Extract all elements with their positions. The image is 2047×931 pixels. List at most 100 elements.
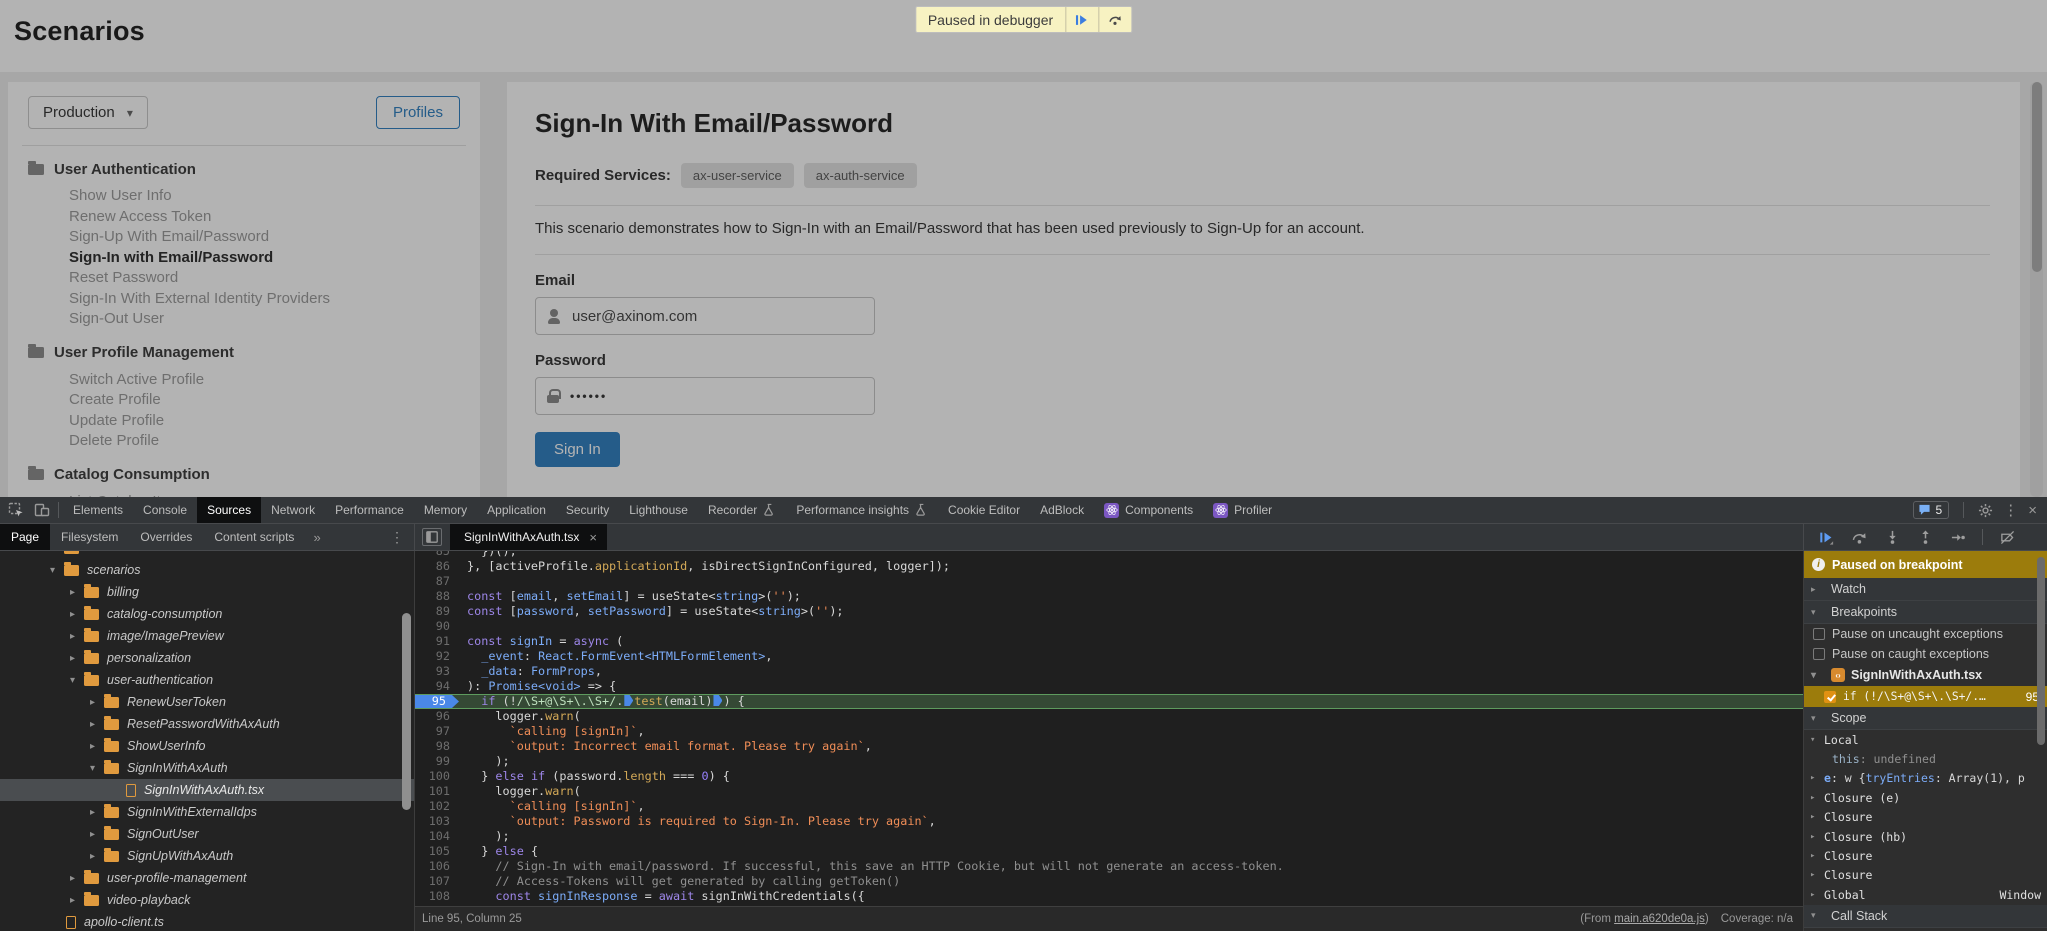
breakpoints-section-header[interactable]: ▾ Breakpoints <box>1804 601 2047 624</box>
code-line[interactable]: 96 logger.warn( <box>415 709 1803 724</box>
resume-script-icon[interactable] <box>1066 7 1098 32</box>
tree-item-user-profile-management[interactable]: ▸user-profile-management <box>0 867 414 889</box>
editor-tab-signinwithaxauth[interactable]: SignInWithAxAuth.tsx × <box>450 524 607 550</box>
line-number[interactable]: 85 <box>415 551 459 559</box>
code-line[interactable]: 86}, [activeProfile.applicationId, isDir… <box>415 559 1803 574</box>
sidebar-item-switch-active-profile[interactable]: Switch Active Profile <box>28 370 460 391</box>
close-tab-icon[interactable]: × <box>589 530 597 545</box>
devtools-tab-adblock[interactable]: AdBlock <box>1030 497 1094 523</box>
watch-section-header[interactable]: ▸ Watch <box>1804 578 2047 601</box>
checkbox-unchecked[interactable] <box>1813 628 1825 640</box>
tree-item-scenarios[interactable]: ▾scenarios <box>0 559 414 581</box>
inline-breakpoint-icon[interactable] <box>624 695 633 706</box>
devtools-tab-components[interactable]: Components <box>1094 497 1203 523</box>
line-number[interactable]: 105 <box>415 844 459 859</box>
panel-scrollbar[interactable] <box>2037 557 2045 745</box>
breakpoint-marker[interactable]: 95 <box>415 695 459 708</box>
sidebar-item-show-user-info[interactable]: Show User Info <box>28 186 460 207</box>
code-line[interactable]: 101 logger.warn( <box>415 784 1803 799</box>
tree-item-partial[interactable] <box>0 551 414 559</box>
checkbox-unchecked[interactable] <box>1813 648 1825 660</box>
navigator-tab-filesystem[interactable]: Filesystem <box>50 524 129 550</box>
code-line[interactable]: 103 `output: Password is required to Sig… <box>415 814 1803 829</box>
line-number[interactable]: 87 <box>415 574 459 589</box>
scope-row-closure[interactable]: ▸Closure <box>1804 808 2047 827</box>
devtools-tab-profiler[interactable]: Profiler <box>1203 497 1282 523</box>
tree-item-signinwithexternalidps[interactable]: ▸SignInWithExternalIdps <box>0 801 414 823</box>
line-number[interactable]: 103 <box>415 814 459 829</box>
issues-counter[interactable]: 5 <box>1913 501 1950 519</box>
resume-icon[interactable] <box>1813 526 1839 548</box>
tree-item-personalization[interactable]: ▸personalization <box>0 647 414 669</box>
line-number[interactable]: 89 <box>415 604 459 619</box>
password-input[interactable] <box>570 389 864 403</box>
hide-navigator-icon[interactable] <box>422 528 442 546</box>
scope-row-local[interactable]: ▾Local <box>1804 730 2047 749</box>
tree-item-showuserinfo[interactable]: ▸ShowUserInfo <box>0 735 414 757</box>
sidebar-item-sign-up-with-email-password[interactable]: Sign-Up With Email/Password <box>28 227 460 248</box>
device-toolbar-icon[interactable] <box>34 502 50 518</box>
devtools-tab-sources[interactable]: Sources <box>197 497 261 523</box>
exception-checkbox-row[interactable]: Pause on uncaught exceptions <box>1804 624 2047 644</box>
sidebar-item-sign-in-with-external-identity-providers[interactable]: Sign-In With External Identity Providers <box>28 289 460 310</box>
settings-gear-icon[interactable] <box>1978 503 1993 518</box>
exception-checkbox-row[interactable]: Pause on caught exceptions <box>1804 644 2047 664</box>
scope-row-pair[interactable]: this: undefined <box>1804 749 2047 768</box>
code-line[interactable]: 94): Promise<void> => { <box>415 679 1803 694</box>
tree-item-signupwithaxauth[interactable]: ▸SignUpWithAxAuth <box>0 845 414 867</box>
tree-item-image-imagepreview[interactable]: ▸image/ImagePreview <box>0 625 414 647</box>
breakpoint-file-group[interactable]: ▾ ‹› SignInWithAxAuth.tsx <box>1804 664 2047 686</box>
devtools-tab-performance[interactable]: Performance <box>325 497 414 523</box>
devtools-tab-cookie-editor[interactable]: Cookie Editor <box>938 497 1030 523</box>
line-number[interactable]: 104 <box>415 829 459 844</box>
environment-dropdown[interactable]: Production ▾ <box>28 96 148 129</box>
line-number[interactable]: 100 <box>415 769 459 784</box>
devtools-tab-recorder[interactable]: Recorder <box>698 497 786 523</box>
code-line[interactable]: 98 `output: Incorrect email format. Plea… <box>415 739 1803 754</box>
scope-row-closure[interactable]: ▸Closure <box>1804 866 2047 885</box>
line-number[interactable]: 102 <box>415 799 459 814</box>
line-number[interactable]: 96 <box>415 709 459 724</box>
scope-section-header[interactable]: ▾ Scope <box>1804 707 2047 730</box>
scope-row-closure-hb-[interactable]: ▸Closure (hb) <box>1804 827 2047 846</box>
step-out-icon[interactable] <box>1912 526 1938 548</box>
code-line[interactable]: 88const [email, setEmail] = useState<str… <box>415 589 1803 604</box>
step-icon[interactable] <box>1945 526 1971 548</box>
more-tabs-icon[interactable]: » <box>305 524 328 550</box>
devtools-tab-application[interactable]: Application <box>477 497 556 523</box>
code-line[interactable]: 109 email, <box>415 904 1803 906</box>
scope-row-pair[interactable]: ▸e: w {tryEntries: Array(1), p <box>1804 769 2047 788</box>
tree-item-catalog-consumption[interactable]: ▸catalog-consumption <box>0 603 414 625</box>
sidebar-item-sign-in-with-email-password[interactable]: Sign-In with Email/Password <box>28 248 460 269</box>
tree-item-signoutuser[interactable]: ▸SignOutUser <box>0 823 414 845</box>
tree-item-apollo-client-ts[interactable]: apollo-client.ts <box>0 911 414 931</box>
navigator-tab-page[interactable]: Page <box>0 524 50 550</box>
navigator-tab-content-scripts[interactable]: Content scripts <box>203 524 305 550</box>
line-number[interactable]: 90 <box>415 619 459 634</box>
code-line[interactable]: 99 ); <box>415 754 1803 769</box>
devtools-tab-memory[interactable]: Memory <box>414 497 477 523</box>
navigator-tab-overrides[interactable]: Overrides <box>129 524 203 550</box>
line-number[interactable]: 88 <box>415 589 459 604</box>
code-line[interactable]: 102 `calling [signIn]`, <box>415 799 1803 814</box>
call-stack-section-header[interactable]: ▾ Call Stack <box>1804 905 2047 928</box>
code-line[interactable]: 87 <box>415 574 1803 589</box>
scope-row-closure[interactable]: ▸Closure <box>1804 846 2047 865</box>
code-line[interactable]: 97 `calling [signIn]`, <box>415 724 1803 739</box>
line-number[interactable]: 108 <box>415 889 459 904</box>
navigator-menu-icon[interactable]: ⋮ <box>380 524 414 550</box>
tree-item-signinwithaxauth-tsx[interactable]: SignInWithAxAuth.tsx <box>0 779 414 801</box>
devtools-tab-elements[interactable]: Elements <box>63 497 133 523</box>
breakpoint-checkbox[interactable] <box>1824 691 1836 703</box>
line-number[interactable]: 94 <box>415 679 459 694</box>
sidebar-item-sign-out-user[interactable]: Sign-Out User <box>28 309 460 330</box>
code-line[interactable]: 106 // Sign-In with email/password. If s… <box>415 859 1803 874</box>
devtools-tab-network[interactable]: Network <box>261 497 325 523</box>
line-number[interactable]: 109 <box>415 904 459 906</box>
line-number[interactable]: 99 <box>415 754 459 769</box>
tree-item-user-authentication[interactable]: ▾user-authentication <box>0 669 414 691</box>
line-number[interactable]: 93 <box>415 664 459 679</box>
inline-breakpoint-icon[interactable] <box>713 695 722 706</box>
kebab-menu-icon[interactable]: ⋮ <box>2003 503 2018 518</box>
page-scrollbar[interactable] <box>2030 82 2043 497</box>
